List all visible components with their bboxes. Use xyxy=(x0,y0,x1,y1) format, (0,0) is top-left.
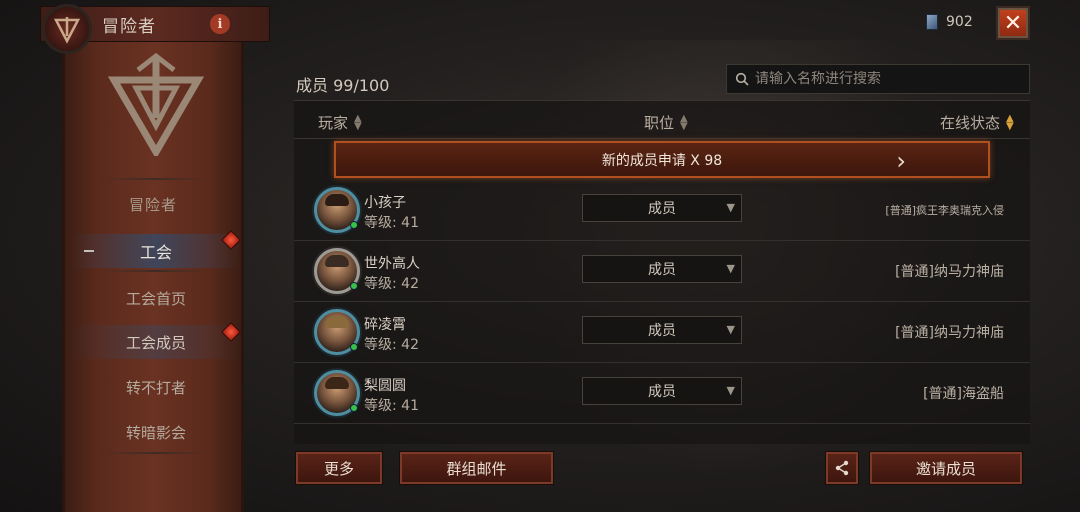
table-row[interactable]: 小孩子 等级: 41 成员 ▼ [普通]疯王李奥瑞克入侵 xyxy=(294,180,1030,241)
close-button[interactable]: ✕ xyxy=(996,6,1030,40)
role-value: 成员 xyxy=(648,201,676,217)
chevron-down-icon: ▼ xyxy=(726,201,735,214)
button-label: 群组邮件 xyxy=(446,459,507,478)
sidebar-divider xyxy=(100,270,210,272)
sidebar-item-transfer-2[interactable]: 转暗影会 xyxy=(70,415,242,449)
chevron-down-icon: ▼ xyxy=(726,323,735,336)
player-level: 等级: 42 xyxy=(364,276,419,292)
sidebar-divider xyxy=(100,178,210,180)
player-level: 等级: 42 xyxy=(364,337,419,353)
column-header-status[interactable]: 在线状态 ▲ ▼ xyxy=(940,112,1014,133)
chevron-down-icon: ▼ xyxy=(726,262,735,275)
info-icon[interactable]: i xyxy=(210,14,230,34)
player-name: 世外高人 xyxy=(364,256,420,272)
sidebar-divider xyxy=(100,452,210,454)
button-label: 邀请成员 xyxy=(915,459,976,478)
column-label: 玩家 xyxy=(318,114,349,132)
online-indicator-icon xyxy=(350,221,358,229)
sidebar-item-label: 工会 xyxy=(139,243,172,262)
sort-icon: ▲ ▼ xyxy=(680,112,688,132)
role-dropdown[interactable]: 成员 ▼ xyxy=(582,377,742,405)
header-divider xyxy=(294,138,1030,139)
role-value: 成员 xyxy=(648,323,676,339)
role-value: 成员 xyxy=(648,384,676,400)
online-indicator-icon xyxy=(350,282,358,290)
avatar-hair xyxy=(325,255,349,267)
gem-icon xyxy=(926,14,938,30)
column-label: 职位 xyxy=(644,114,675,132)
avatar-hair xyxy=(325,194,349,206)
column-label: 在线状态 xyxy=(940,114,1001,132)
sidebar-caption: 冒险者 xyxy=(128,196,177,214)
close-icon: ✕ xyxy=(1003,10,1023,36)
sort-icon: ▲ ▼ xyxy=(1006,112,1014,132)
sidebar-item-guild-home[interactable]: 工会首页 xyxy=(70,281,242,315)
column-header-role[interactable]: 职位 ▲ ▼ xyxy=(644,112,688,133)
player-level: 等级: 41 xyxy=(364,398,419,414)
invite-member-button[interactable]: 邀请成员 xyxy=(870,452,1022,484)
role-dropdown[interactable]: 成员 ▼ xyxy=(582,316,742,344)
player-name: 小孩子 xyxy=(364,195,406,211)
chevron-right-icon: › xyxy=(896,147,906,175)
group-mail-button[interactable]: 群组邮件 xyxy=(400,452,553,484)
currency-amount: 902 xyxy=(946,14,973,30)
sidebar-item-label: 工会首页 xyxy=(125,289,186,308)
player-level: 等级: 41 xyxy=(364,215,419,231)
sidebar-item-guild-members[interactable]: 工会成员 xyxy=(70,325,242,359)
share-button[interactable] xyxy=(826,452,858,484)
currency-display: 902 xyxy=(926,14,973,30)
online-indicator-icon xyxy=(350,404,358,412)
sidebar-item-transfer-1[interactable]: 转不打者 xyxy=(70,370,242,404)
request-label: 新的成员申请 X 98 xyxy=(601,152,723,169)
online-status: [普通]纳马力神庙 xyxy=(895,325,1004,341)
role-dropdown[interactable]: 成员 ▼ xyxy=(582,194,742,222)
sidebar-item-label: 转不打者 xyxy=(125,378,186,397)
role-value: 成员 xyxy=(648,262,676,278)
share-icon xyxy=(835,460,849,476)
sort-icon: ▲ ▼ xyxy=(354,112,362,132)
role-dropdown[interactable]: 成员 ▼ xyxy=(582,255,742,283)
online-indicator-icon xyxy=(350,343,358,351)
search-input[interactable] xyxy=(755,71,1015,87)
online-status: [普通]纳马力神庙 xyxy=(895,264,1004,280)
guild-logo-icon xyxy=(42,4,92,54)
more-button[interactable]: 更多 xyxy=(296,452,382,484)
search-icon xyxy=(735,72,749,86)
player-name: 梨圆圆 xyxy=(364,378,406,394)
header-title: 冒险者 xyxy=(102,17,156,37)
table-row[interactable]: 梨圆圆 等级: 41 成员 ▼ [普通]海盗船 xyxy=(294,363,1030,424)
table-row[interactable]: 世外高人 等级: 42 成员 ▼ [普通]纳马力神庙 xyxy=(294,241,1030,302)
member-count: 成员 99/100 xyxy=(296,76,390,95)
online-status: [普通]海盗船 xyxy=(923,386,1004,402)
table-row[interactable]: 碎凌霄 等级: 42 成员 ▼ [普通]纳马力神庙 xyxy=(294,302,1030,363)
column-header-player[interactable]: 玩家 ▲ ▼ xyxy=(318,112,362,133)
search-box[interactable] xyxy=(726,64,1030,94)
guild-emblem-icon xyxy=(108,52,204,156)
new-member-requests-button[interactable]: 新的成员申请 X 98 › xyxy=(334,141,990,178)
button-label: 更多 xyxy=(323,459,354,478)
avatar-hair xyxy=(325,316,349,328)
sidebar-item-label: 转暗影会 xyxy=(125,423,186,442)
sidebar-item-label: 工会成员 xyxy=(125,333,186,352)
sidebar-item-guild[interactable]: 工会 xyxy=(70,234,242,268)
player-name: 碎凌霄 xyxy=(364,317,406,333)
online-status: [普通]疯王李奥瑞克入侵 xyxy=(885,204,1004,217)
avatar-hair xyxy=(325,377,349,389)
chevron-down-icon: ▼ xyxy=(726,384,735,397)
